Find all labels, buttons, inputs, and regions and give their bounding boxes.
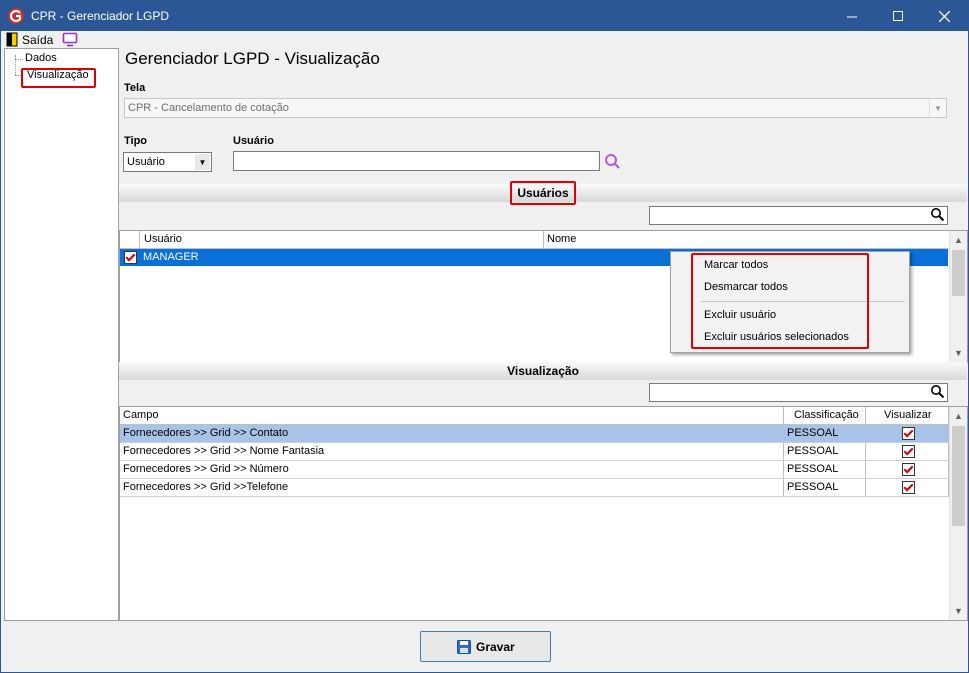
chevron-down-icon: ▼	[929, 99, 946, 117]
row-checkbox[interactable]	[124, 251, 137, 264]
usuario-label: Usuário	[233, 135, 274, 147]
save-button[interactable]: Gravar	[420, 631, 551, 662]
highlight-box	[691, 253, 869, 349]
chevron-down-icon[interactable]: ▼	[195, 154, 210, 170]
monitor-icon[interactable]	[62, 32, 78, 47]
column-divider	[139, 231, 140, 248]
tela-label: Tela	[124, 82, 146, 94]
minimize-icon	[847, 16, 857, 18]
window-title: CPR - Gerenciador LGPD	[31, 9, 170, 23]
app-logo-icon	[8, 8, 24, 24]
tipo-value: Usuário	[127, 156, 165, 168]
save-button-label: Gravar	[476, 640, 515, 654]
visualizar-checkbox[interactable]	[902, 427, 915, 440]
users-grid-header: Usuário Nome	[120, 231, 949, 249]
navigation-tree: Dados Visualização	[4, 48, 119, 621]
floppy-disk-icon	[457, 640, 471, 654]
column-header-campo[interactable]: Campo	[123, 409, 158, 421]
exit-door-icon[interactable]	[6, 32, 18, 47]
cell-usuario: MANAGER	[143, 251, 199, 263]
title-bar: CPR - Gerenciador LGPD	[1, 1, 968, 31]
view-grid: Campo Classificação Visualizar Fornecedo…	[119, 406, 968, 621]
column-header-classificacao[interactable]: Classificação	[794, 409, 859, 421]
users-grid-scrollbar[interactable]: ▲ ▼	[949, 231, 967, 362]
close-icon	[938, 10, 950, 22]
tipo-select[interactable]: Usuário ▼	[123, 152, 212, 172]
search-icon[interactable]	[930, 384, 945, 399]
table-row[interactable]: Fornecedores >> Grid >> Contato PESSOAL	[120, 425, 948, 443]
menu-bar: Saída	[1, 31, 968, 49]
chevron-up-icon[interactable]: ▲	[950, 407, 967, 424]
visualizar-checkbox[interactable]	[902, 463, 915, 476]
view-search-input[interactable]	[649, 383, 948, 402]
cell-campo: Fornecedores >> Grid >> Número	[123, 463, 289, 475]
tree-line	[15, 55, 17, 75]
scroll-thumb[interactable]	[952, 426, 965, 526]
cell-classificacao: PESSOAL	[787, 481, 839, 493]
users-search-input[interactable]	[649, 206, 948, 225]
chevron-up-icon[interactable]: ▲	[950, 231, 967, 248]
visualizar-checkbox[interactable]	[902, 445, 915, 458]
minimize-button[interactable]	[829, 1, 875, 31]
search-icon[interactable]	[930, 207, 945, 222]
maximize-button[interactable]	[875, 1, 921, 31]
column-header-usuario[interactable]: Usuário	[144, 233, 182, 245]
app-window: CPR - Gerenciador LGPD Saída Dados Visua…	[0, 0, 969, 673]
view-section-header: Visualização	[119, 362, 967, 380]
column-header-visualizar[interactable]: Visualizar	[884, 409, 932, 421]
usuario-input[interactable]	[233, 151, 600, 171]
scroll-thumb[interactable]	[952, 250, 965, 296]
cell-classificacao: PESSOAL	[787, 445, 839, 457]
table-row[interactable]: Fornecedores >> Grid >> Nome Fantasia PE…	[120, 443, 948, 461]
tree-item-dados[interactable]: Dados	[25, 52, 57, 64]
chevron-down-icon[interactable]: ▼	[950, 344, 967, 361]
column-header-nome[interactable]: Nome	[547, 233, 576, 245]
tipo-label: Tipo	[124, 135, 148, 147]
cell-classificacao: PESSOAL	[787, 463, 839, 475]
table-row[interactable]: Fornecedores >> Grid >>Telefone PESSOAL	[120, 479, 948, 497]
exit-menu-item[interactable]: Saída	[22, 33, 53, 47]
cell-campo: Fornecedores >> Grid >>Telefone	[123, 481, 289, 493]
page-title: Gerenciador LGPD - Visualização	[125, 49, 380, 68]
tree-connector	[15, 59, 23, 61]
cell-campo: Fornecedores >> Grid >> Nome Fantasia	[123, 445, 325, 457]
search-icon[interactable]	[604, 153, 621, 170]
cell-classificacao: PESSOAL	[787, 427, 839, 439]
maximize-icon	[893, 11, 903, 21]
cell-campo: Fornecedores >> Grid >> Contato	[123, 427, 289, 439]
tela-select: CPR - Cancelamento de cotação ▼	[124, 98, 947, 118]
highlight-box	[21, 68, 96, 88]
chevron-down-icon[interactable]: ▼	[950, 602, 967, 619]
highlight-box	[510, 181, 576, 205]
view-section-title: Visualização	[507, 364, 579, 378]
view-grid-header: Campo Classificação Visualizar	[120, 407, 949, 425]
close-button[interactable]	[921, 1, 967, 31]
view-grid-scrollbar[interactable]: ▲ ▼	[949, 407, 967, 620]
table-row[interactable]: Fornecedores >> Grid >> Número PESSOAL	[120, 461, 948, 479]
visualizar-checkbox[interactable]	[902, 481, 915, 494]
tela-value: CPR - Cancelamento de cotação	[128, 102, 289, 114]
